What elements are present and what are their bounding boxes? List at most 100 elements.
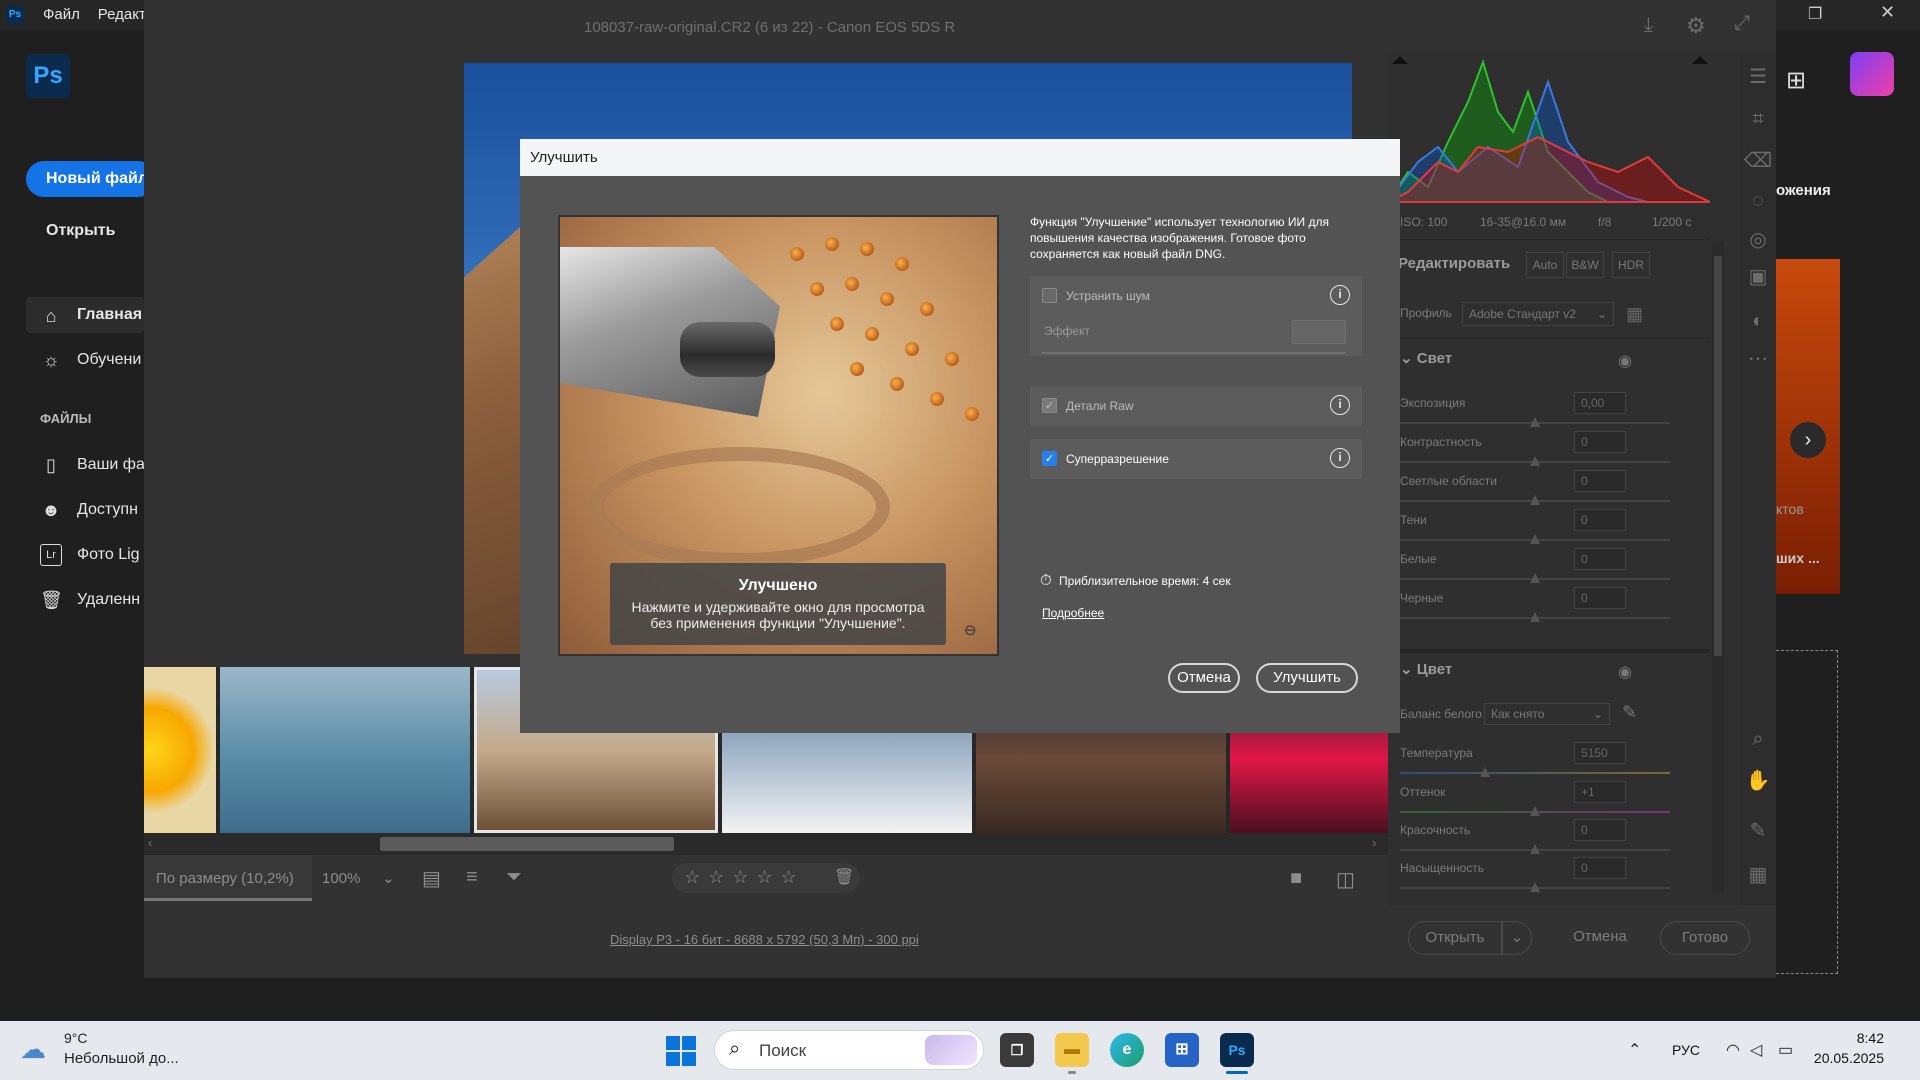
info-icon[interactable]: i [1330,285,1350,305]
taskbar-search[interactable]: ⌕ Поиск [714,1030,984,1070]
clock-time[interactable]: 8:42 [1804,1030,1884,1046]
open-button[interactable]: Открыть [1408,921,1502,955]
weather-temperature[interactable]: 9°C [64,1030,88,1046]
exposure-value[interactable]: 0,00 [1574,392,1626,414]
masking-icon[interactable]: ◌ [1743,186,1773,216]
windows-start-icon[interactable] [666,1036,696,1066]
presets-icon[interactable]: ◐ [1743,306,1773,336]
dialog-cancel-button[interactable]: Отмена [1168,663,1240,693]
weather-description[interactable]: Небольшой до... [64,1050,179,1067]
shadows-value[interactable]: 0 [1574,509,1626,531]
edit-sliders-icon[interactable]: ☰ [1743,62,1773,92]
gear-icon[interactable]: ⚙ [1686,13,1706,39]
workflow-options-link[interactable]: Display P3 - 16 бит - 8688 x 5792 (50,3 … [610,932,919,947]
wb-select[interactable]: Как снято ⌄ [1484,703,1610,725]
battery-icon[interactable]: ▭ [1778,1040,1793,1060]
drop-zone[interactable] [1776,650,1838,974]
hdr-button[interactable]: HDR [1612,252,1650,278]
bw-button[interactable]: B&W [1566,252,1604,278]
cancel-button[interactable]: Отмена [1552,921,1648,955]
done-button[interactable]: Готово [1660,921,1750,955]
edge-icon[interactable]: e [1110,1033,1144,1067]
blacks-value[interactable]: 0 [1574,587,1626,609]
color-section-toggle[interactable]: ⌄ Цвет [1400,660,1452,678]
zoom-icon[interactable]: ⌕ [1743,724,1773,754]
star-rating[interactable]: ☆☆☆☆☆ [684,867,805,888]
zoom-out-icon[interactable]: ⊖ [964,621,977,639]
fullscreen-icon[interactable]: ⤢ [1734,12,1750,35]
contrast-value[interactable]: 0 [1574,431,1626,453]
light-section-toggle[interactable]: ⌄ Свет [1400,349,1452,367]
profile-select[interactable]: Adobe Стандарт v2 ⌄ [1462,302,1614,326]
avatar[interactable] [1850,52,1894,96]
compare-view-icon[interactable]: ◫ [1336,867,1355,892]
menu-file[interactable]: Файл [43,6,80,23]
open-link[interactable]: Открыть [46,222,115,240]
profile-browser-icon[interactable]: ▦ [1626,304,1643,325]
auto-button[interactable]: Auto [1526,252,1564,278]
whites-value[interactable]: 0 [1574,548,1626,570]
scroll-right-icon[interactable]: › [1372,835,1376,850]
filmstrip-thumb[interactable] [144,667,216,833]
filmstrip-view-icon[interactable]: ▤ [422,866,441,891]
trash-icon[interactable]: 🗑 [834,867,854,887]
tray-chevron-up-icon[interactable]: ⌃ [1628,1040,1641,1060]
effect-slider[interactable] [1042,352,1346,354]
eyedropper-icon[interactable]: ✎ [1622,702,1637,723]
eraser-icon[interactable]: ⌫ [1743,146,1773,176]
super-resolution-checkbox[interactable]: ✓ [1042,451,1057,466]
info-icon[interactable]: i [1330,448,1350,468]
filmstrip-thumb[interactable] [220,667,470,833]
enhance-button[interactable]: Улучшить [1256,663,1358,693]
color-sampler-icon[interactable]: ✎ [1743,816,1773,846]
carousel-next-icon[interactable]: › [1790,422,1826,458]
gift-icon[interactable]: ⊞ [1786,66,1814,94]
crop-icon[interactable]: ⌗ [1743,104,1773,134]
snapshots-icon[interactable]: ▣ [1743,262,1773,292]
scrollbar-thumb[interactable] [380,837,674,851]
photoshop-taskbar-icon[interactable]: Ps [1220,1033,1254,1067]
learn-more-link[interactable]: Подробнее [1042,606,1104,620]
vibrance-value[interactable]: 0 [1574,819,1626,841]
weather-cloud-icon[interactable]: ☁ [20,1034,54,1064]
panel-scrollbar[interactable] [1712,242,1724,892]
eye-icon[interactable]: ◉ [1618,351,1632,371]
single-view-icon[interactable]: ■ [1290,867,1302,890]
store-icon[interactable]: ⊞ [1165,1033,1199,1067]
info-icon[interactable]: i [1330,395,1350,415]
highlights-value[interactable]: 0 [1574,470,1626,492]
zoom-100-button[interactable]: 100% [322,870,360,887]
sort-icon[interactable]: ≡ [466,866,478,889]
input-language[interactable]: РУС [1672,1042,1700,1058]
eye-icon[interactable]: ◉ [1618,662,1632,682]
tint-value[interactable]: +1 [1574,781,1626,803]
enhance-preview[interactable]: Улучшено Нажмите и удерживайте окно для … [558,215,999,656]
effect-value-field[interactable] [1292,320,1346,344]
sidebar-item-learn[interactable]: Обучени [77,351,141,369]
panel-scrollbar-thumb[interactable] [1714,256,1722,656]
saturation-value[interactable]: 0 [1574,857,1626,879]
sidebar-item-lightroom[interactable]: Фото Lig [77,546,140,564]
redeye-icon[interactable]: ◎ [1743,225,1773,255]
file-explorer-icon[interactable]: ▬ [1055,1033,1089,1067]
sidebar-item-deleted[interactable]: Удаленн [77,591,140,609]
sidebar-item-shared[interactable]: Доступн [77,501,138,519]
save-icon[interactable]: ⤓ [1644,14,1653,37]
chevron-down-icon[interactable]: ⌄ [382,869,395,887]
volume-icon[interactable]: ◁ [1750,1040,1762,1060]
raw-details-checkbox[interactable]: ✓ [1042,398,1057,413]
hand-icon[interactable]: ✋ [1743,766,1773,796]
task-view-icon[interactable]: ❐ [1000,1033,1034,1067]
filmstrip-scrollbar[interactable]: ‹ › [144,833,1388,855]
scroll-left-icon[interactable]: ‹ [148,835,152,850]
temperature-slider[interactable] [1400,772,1670,774]
restore-icon[interactable]: ❐ [1808,4,1822,24]
close-icon[interactable]: ✕ [1880,2,1895,23]
denoise-checkbox[interactable] [1042,288,1057,303]
open-options-chevron-icon[interactable]: ⌄ [1502,921,1532,955]
filter-icon[interactable]: ⏷ [506,866,522,889]
wifi-icon[interactable]: ◠ [1726,1040,1740,1060]
grid-icon[interactable]: ▦ [1743,860,1773,890]
more-icon[interactable]: ⋯ [1743,344,1773,374]
sidebar-item-your-files[interactable]: Ваши фа [77,456,145,474]
